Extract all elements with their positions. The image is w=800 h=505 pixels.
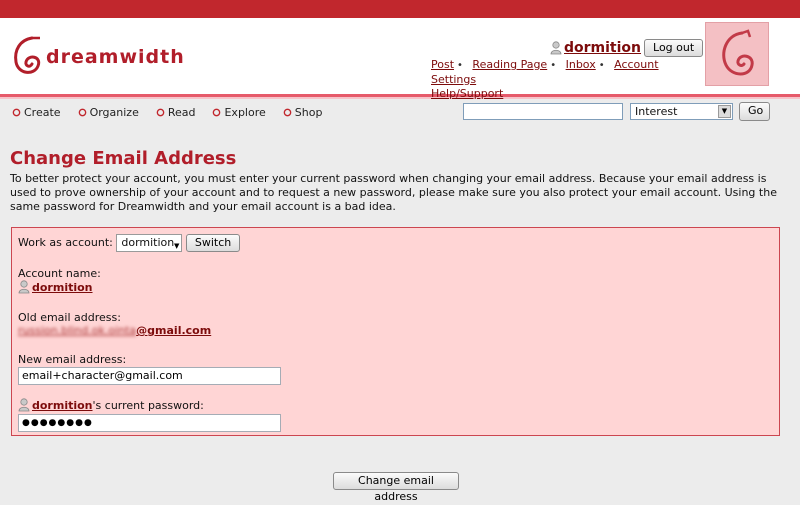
swirl-bullet-icon	[213, 108, 221, 116]
nav-organize-label: Organize	[89, 105, 139, 119]
nav-organize[interactable]: Organize	[78, 106, 139, 119]
account-name-label: Account name:	[18, 267, 101, 280]
new-email-label: New email address:	[18, 353, 127, 366]
swirl-bullet-icon	[156, 108, 165, 116]
post-link[interactable]: Post	[431, 58, 454, 71]
userpic-swirl-icon	[722, 29, 754, 76]
nav-shop[interactable]: Shop	[283, 105, 323, 119]
logo-wordmark: dreamwidth	[46, 46, 185, 68]
old-email-label: Old email address:	[18, 311, 121, 324]
reading-page-link[interactable]: Reading Page	[472, 58, 547, 71]
chevron-down-icon: ▼	[173, 242, 180, 250]
go-button[interactable]: Go	[739, 102, 770, 121]
page-title: Change Email Address	[10, 148, 237, 169]
user-icon	[550, 41, 562, 55]
top-color-bar	[0, 0, 800, 18]
work-as-value: dormition	[121, 236, 175, 249]
nav-create-label: Create	[24, 105, 61, 119]
password-label-suffix: 's current password:	[92, 398, 204, 412]
old-email-blurred-part: russion.blind.ok.ointa	[18, 324, 137, 337]
swirl-icon	[14, 36, 41, 74]
work-as-select[interactable]: dormition ▼	[116, 234, 183, 252]
work-as-row: Work as account: dormition ▼ Switch	[18, 234, 241, 252]
nav-read-label: Read	[167, 105, 196, 119]
swirl-bullet-icon	[283, 108, 292, 116]
nav-explore[interactable]: Explore	[212, 105, 266, 119]
user-area: dormition Log out	[550, 38, 704, 58]
logout-button[interactable]: Log out	[644, 39, 704, 57]
user-icon	[18, 398, 30, 412]
password-user-link[interactable]: dormition	[32, 399, 93, 412]
search-input[interactable]	[463, 103, 623, 120]
userpic[interactable]	[705, 22, 769, 86]
swirl-bullet-icon	[78, 108, 86, 116]
account-name-link[interactable]: dormition	[32, 281, 93, 294]
nav-create[interactable]: Create	[12, 106, 61, 119]
search-type-select[interactable]: Interest ▼	[630, 103, 733, 120]
old-email-value: russion.blind.ok.ointa@gmail.com	[18, 324, 211, 337]
search-type-value: Interest	[635, 105, 678, 118]
chevron-down-icon[interactable]: ▼	[718, 105, 731, 118]
change-email-form: Work as account: dormition ▼ Switch Acco…	[11, 227, 780, 436]
intro-text: To better protect your account, you must…	[10, 172, 777, 213]
nav-shop-label: Shop	[294, 105, 323, 119]
header-links: Post • Reading Page • Inbox • Account Setti…	[431, 58, 659, 100]
username-link[interactable]: dormition	[564, 40, 641, 56]
user-icon	[18, 280, 30, 294]
account-name-row: dormition	[18, 280, 93, 294]
inbox-link[interactable]: Inbox	[566, 58, 596, 71]
new-email-field[interactable]: email+character@gmail.com	[18, 367, 281, 385]
switch-button[interactable]: Switch	[185, 234, 241, 252]
password-field[interactable]: ●●●●●●●●	[18, 414, 281, 432]
nav-explore-label: Explore	[224, 105, 266, 119]
old-email-domain[interactable]: @gmail.com	[136, 324, 211, 337]
work-as-label: Work as account:	[18, 236, 113, 249]
nav-read[interactable]: Read	[156, 105, 196, 119]
swirl-bullet-icon	[12, 108, 21, 116]
change-email-button[interactable]: Change email address	[333, 472, 459, 503]
help-support-link[interactable]: Help/Support	[431, 87, 503, 100]
dreamwidth-logo[interactable]: dreamwidth	[10, 34, 210, 78]
password-label-row: dormition's current password:	[18, 398, 204, 412]
